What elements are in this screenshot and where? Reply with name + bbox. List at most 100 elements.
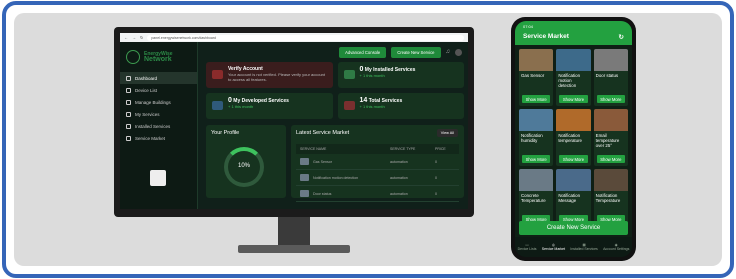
- show-more-button[interactable]: Show More: [522, 95, 551, 103]
- avatar[interactable]: [455, 48, 462, 56]
- table-row[interactable]: Notification motion detection automation 0: [296, 170, 459, 186]
- total-delta: + 1 this month: [359, 104, 385, 109]
- service-tile[interactable]: Email temperature over 25° Show More: [593, 109, 628, 166]
- url-field[interactable]: panel.energywisenetwork.com/dashboard: [147, 34, 464, 41]
- service-image: [519, 49, 554, 71]
- service-image: [556, 49, 591, 71]
- service-image: [556, 169, 591, 191]
- device-icon: [126, 87, 131, 93]
- service-thumbnail: [300, 174, 309, 181]
- service-tile-label: Notification humidity: [521, 133, 543, 143]
- sidebar-item-manage-buildings[interactable]: Manage Buildings: [120, 96, 197, 108]
- nav-installed-services[interactable]: ▦ Installed Services: [570, 243, 597, 251]
- nav-account-settings[interactable]: ◉ Account Settings: [603, 243, 629, 251]
- service-tile-label: Notification motion detection: [558, 73, 581, 88]
- table-row[interactable]: Door status automation 0: [296, 186, 459, 202]
- total-card: 14 Total Services + 1 this month: [337, 93, 464, 119]
- service-tile-label: Notification Message: [558, 193, 581, 203]
- forward-icon[interactable]: →: [132, 35, 136, 40]
- monitor-base: [238, 245, 350, 253]
- logo-icon: [126, 50, 140, 64]
- service-tile[interactable]: Notification Message Show More: [556, 169, 591, 226]
- table-row[interactable]: Gas Sensor automation 0: [296, 154, 459, 170]
- service-thumbnail: [300, 158, 309, 165]
- market-card: Latest Service Market View All SERVICE N…: [291, 125, 464, 202]
- show-more-button[interactable]: Show More: [559, 155, 588, 163]
- show-more-button[interactable]: Show More: [596, 155, 625, 163]
- installed-count: 0: [359, 66, 364, 73]
- sidebar-item-dashboard[interactable]: Dashboard: [120, 72, 197, 84]
- sidebar-item-installed-services[interactable]: Installed Services: [120, 120, 197, 132]
- phone-title-bar: Service Market ↻: [515, 31, 632, 45]
- developed-card: 0 My Developed Services + 1 this month: [206, 93, 333, 119]
- phone-screen: 07:04 Service Market ↻ Gas Sensor Show Mor…: [515, 21, 632, 257]
- profile-percent: 10%: [237, 163, 250, 169]
- service-grid: Gas Sensor Show More Notification motion d…: [515, 45, 632, 230]
- building-icon: [126, 99, 131, 105]
- developed-count: 0: [228, 97, 232, 104]
- sidebar-item-my-services[interactable]: My Services: [120, 108, 197, 120]
- service-tile[interactable]: Notification motion detection Show More: [556, 49, 591, 106]
- profile-progress-ring: 10%: [224, 147, 264, 187]
- brand: EnergyWise Network: [120, 42, 197, 72]
- service-tile[interactable]: Door status Show More: [593, 49, 628, 106]
- view-all-button[interactable]: View All: [436, 129, 458, 137]
- monitor: ← → ↻ panel.energywisenetwork.com/dashboar…: [114, 27, 474, 217]
- service-tile-label: Door status: [595, 73, 619, 78]
- installed-card: 0 My Installed Services + 1 this month: [337, 62, 464, 88]
- brand-bottom: Network: [144, 56, 172, 63]
- service-image: [519, 109, 554, 131]
- back-icon[interactable]: ←: [124, 35, 128, 40]
- refresh-icon[interactable]: ↻: [619, 33, 624, 43]
- advanced-console-button[interactable]: Advanced Console: [339, 46, 387, 58]
- installed-icon: [126, 123, 131, 129]
- show-more-button[interactable]: Show More: [559, 95, 588, 103]
- developed-delta: + 1 this month: [228, 104, 254, 109]
- total-count: 14: [359, 97, 368, 104]
- lower-section: Your Profile 10% Latest Service Market Vi…: [202, 119, 468, 202]
- qr-badge-icon: [150, 170, 166, 186]
- service-tile-label: Email temperature over 25°: [595, 133, 620, 148]
- sidebar-item-service-market[interactable]: Service Market: [120, 132, 197, 144]
- show-more-button[interactable]: Show More: [596, 95, 625, 103]
- stat-cards: Verify Account Your account is not verifi…: [202, 62, 468, 119]
- service-tile[interactable]: Notification Temperature Show More: [593, 169, 628, 226]
- phone: 07:04 Service Market ↻ Gas Sensor Show Mor…: [511, 17, 636, 261]
- service-tile-label: Concrete Temperature: [521, 193, 546, 203]
- profile-title: Your Profile: [211, 130, 240, 136]
- nav-device-lists[interactable]: ▭ Device Lists: [518, 243, 537, 251]
- browser-bar: ← → ↻ panel.energywisenetwork.com/dashboar…: [120, 33, 468, 42]
- monitor-stand: [278, 217, 310, 247]
- verify-card: Verify Account Your account is not verifi…: [206, 62, 333, 88]
- services-icon: [126, 111, 131, 117]
- frame: ← → ↻ panel.energywisenetwork.com/dashboar…: [2, 1, 734, 278]
- phone-create-service-button[interactable]: Create New Service: [519, 221, 628, 235]
- top-bar: Advanced Console Create New Service ♫: [202, 42, 468, 62]
- main-content: Advanced Console Create New Service ♫ Ve…: [202, 42, 468, 209]
- phone-status: 07:04: [515, 21, 632, 31]
- service-tile[interactable]: Gas Sensor Show More: [519, 49, 554, 106]
- installed-delta: + 1 this month: [359, 73, 385, 78]
- sidebar-item-device-list[interactable]: Device List: [120, 84, 197, 96]
- service-image: [593, 49, 628, 71]
- show-more-button[interactable]: Show More: [522, 155, 551, 163]
- phone-title: Service Market: [523, 33, 569, 40]
- home-icon: [126, 75, 131, 81]
- market-title: Latest Service Market: [296, 130, 350, 136]
- service-image: [556, 109, 591, 131]
- service-image: [519, 169, 554, 191]
- reload-icon[interactable]: ↻: [140, 35, 143, 40]
- verify-text: Your account is not verified. Please ver…: [228, 72, 326, 82]
- nav-service-market[interactable]: ◎ Service Market: [542, 243, 565, 251]
- warning-icon: [212, 70, 223, 79]
- service-tile[interactable]: Concrete Temperature Show More: [519, 169, 554, 226]
- sidebar: EnergyWise Network Dashboard Device List …: [120, 42, 198, 209]
- create-service-button[interactable]: Create New Service: [391, 46, 441, 58]
- service-thumbnail: [300, 190, 309, 197]
- service-tile-label: Gas Sensor: [521, 73, 545, 78]
- wrench-icon: [212, 101, 223, 110]
- service-tile-label: Notification temperature: [558, 133, 583, 143]
- bell-icon[interactable]: ♫: [446, 49, 451, 55]
- service-tile[interactable]: Notification humidity Show More: [519, 109, 554, 166]
- service-tile[interactable]: Notification temperature Show More: [556, 109, 591, 166]
